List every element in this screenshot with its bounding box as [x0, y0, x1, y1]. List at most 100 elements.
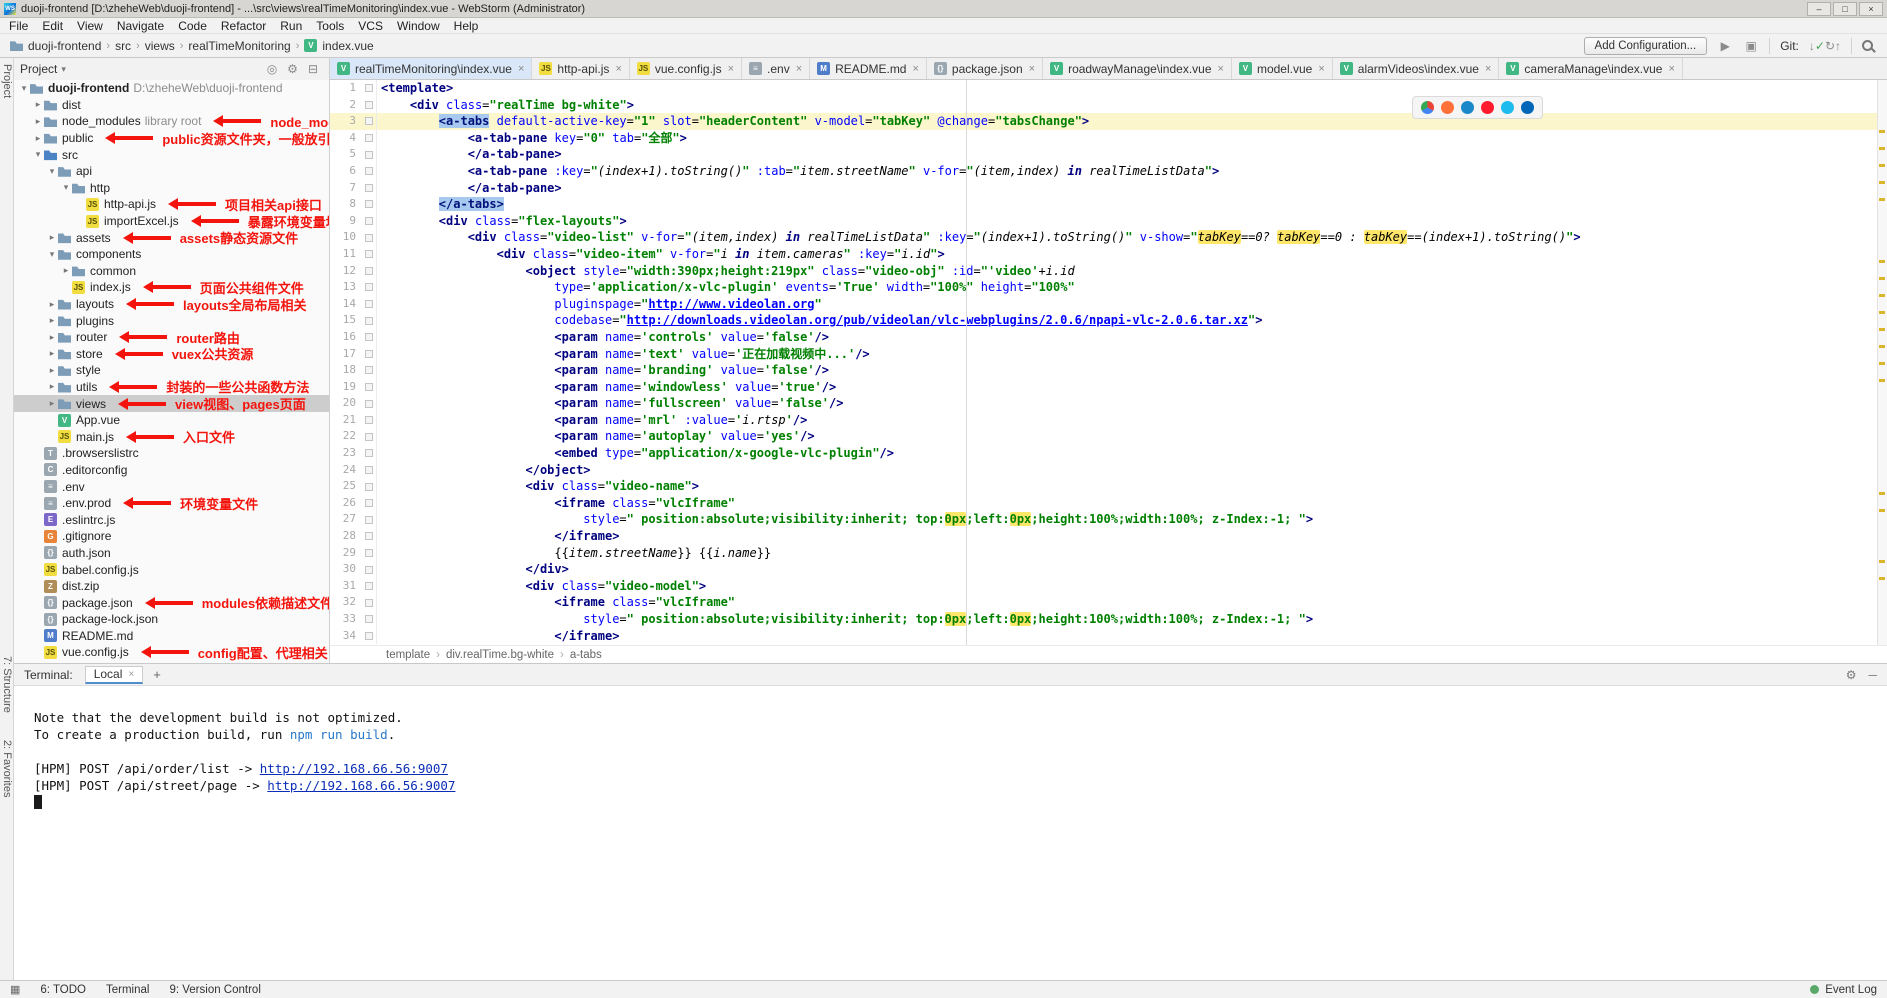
chrome-browser-icon[interactable] [1421, 101, 1434, 114]
search-everywhere-icon[interactable] [1862, 40, 1873, 51]
menu-refactor[interactable]: Refactor [214, 18, 273, 34]
code-line[interactable]: 16 <param name='controls' value='false'/… [330, 329, 1887, 346]
tree-item-router[interactable]: ▸routerrouter路由 [14, 329, 329, 346]
tree-item-api[interactable]: ▾api [14, 163, 329, 180]
menu-navigate[interactable]: Navigate [110, 18, 171, 34]
editor-tab-cameramanage-index-vue[interactable]: VcameraManage\index.vue× [1499, 58, 1683, 79]
terminal-minimize-icon[interactable]: ─ [1868, 668, 1877, 682]
tree-item-http[interactable]: ▾http [14, 180, 329, 197]
tree-item--browserslistrc[interactable]: T.browserslistrc [14, 445, 329, 462]
tree-item--gitignore[interactable]: G.gitignore [14, 528, 329, 545]
tree-item-package-json[interactable]: {}package.jsonmodules依赖描述文件 [14, 594, 329, 611]
tab-close-icon[interactable]: × [912, 63, 918, 75]
code-line[interactable]: 31 <div class="video-model"> [330, 578, 1887, 595]
code-line[interactable]: 10 <div class="video-list" v-for="(item,… [330, 229, 1887, 246]
edge-browser-icon[interactable] [1521, 101, 1534, 114]
editor-tab-realtimemonitoring-index-vue[interactable]: VrealTimeMonitoring\index.vue× [330, 58, 532, 79]
tree-expand-icon[interactable]: ▾ [18, 83, 30, 94]
tree-item-views[interactable]: ▸viewsview视图、pages页面 [14, 395, 329, 412]
editor-tab-alarmvideos-index-vue[interactable]: ValarmVideos\index.vue× [1333, 58, 1500, 79]
editor-code-area[interactable]: 1<template>2 <div class="realTime bg-whi… [330, 80, 1887, 645]
tree-item-common[interactable]: ▸common [14, 263, 329, 280]
menu-help[interactable]: Help [447, 18, 486, 34]
tree-expand-icon[interactable]: ▸ [46, 348, 58, 359]
tree-expand-icon[interactable]: ▸ [46, 365, 58, 376]
tree-expand-icon[interactable]: ▸ [46, 315, 58, 326]
status-item-6-todo[interactable]: 6: TODO [40, 984, 86, 996]
tree-expand-icon[interactable]: ▸ [46, 299, 58, 310]
tree-item-index-js[interactable]: JSindex.js页面公共组件文件 [14, 279, 329, 296]
tree-item-auth-json[interactable]: {}auth.json [14, 545, 329, 562]
breadcrumb-item-src[interactable]: src [113, 39, 133, 53]
tree-item--eslintrc-js[interactable]: E.eslintrc.js [14, 511, 329, 528]
editor-breadcrumb-item[interactable]: div.realTime.bg-white [446, 649, 554, 661]
tab-close-icon[interactable]: × [518, 63, 524, 75]
locate-file-icon[interactable]: ◎ [262, 62, 282, 76]
ie-browser-icon[interactable] [1501, 101, 1514, 114]
editor-breadcrumb-item[interactable]: template [386, 649, 430, 661]
tree-item-plugins[interactable]: ▸plugins [14, 312, 329, 329]
code-line[interactable]: 14 pluginspage="http://www.videolan.org" [330, 296, 1887, 313]
chevron-down-icon[interactable]: ▾ [61, 64, 66, 75]
breadcrumb-item-index-vue[interactable]: Vindex.vue [302, 39, 375, 53]
minimize-button[interactable]: – [1807, 2, 1831, 16]
tab-close-icon[interactable]: × [796, 63, 802, 75]
tab-close-icon[interactable]: × [1668, 63, 1674, 75]
settings-gear-icon[interactable]: ⚙ [282, 62, 303, 76]
code-line[interactable]: 7 </a-tab-pane> [330, 180, 1887, 197]
add-configuration-button[interactable]: Add Configuration... [1584, 37, 1708, 55]
tree-item-dist-zip[interactable]: Zdist.zip [14, 578, 329, 595]
code-line[interactable]: 5 </a-tab-pane> [330, 146, 1887, 163]
tree-item-babel-config-js[interactable]: JSbabel.config.js [14, 561, 329, 578]
git-push-icon[interactable]: ↑ [1835, 39, 1841, 53]
menu-run[interactable]: Run [273, 18, 309, 34]
terminal-link[interactable]: http://192.168.66.56:9007 [267, 778, 455, 793]
tree-item--editorconfig[interactable]: C.editorconfig [14, 462, 329, 479]
tab-close-icon[interactable]: × [1029, 63, 1035, 75]
tree-expand-icon[interactable]: ▾ [46, 166, 58, 177]
tree-item-utils[interactable]: ▸utils封装的一些公共函数方法 [14, 379, 329, 396]
code-line[interactable]: 21 <param name='mrl' :value='i.rtsp'/> [330, 412, 1887, 429]
editor-tab-model-vue[interactable]: Vmodel.vue× [1232, 58, 1333, 79]
editor-tab-roadwaymanage-index-vue[interactable]: VroadwayManage\index.vue× [1043, 58, 1232, 79]
code-line[interactable]: 32 <iframe class="vlcIframe" [330, 594, 1887, 611]
code-line[interactable]: 9 <div class="flex-layouts"> [330, 213, 1887, 230]
terminal-output[interactable]: Note that the development build is not o… [14, 686, 1887, 811]
status-item-9-version-control[interactable]: 9: Version Control [169, 984, 260, 996]
editor-tab-vue-config-js[interactable]: JSvue.config.js× [630, 58, 742, 79]
menu-tools[interactable]: Tools [309, 18, 351, 34]
opera-browser-icon[interactable] [1481, 101, 1494, 114]
code-line[interactable]: 33 style=" position:absolute;visibility:… [330, 611, 1887, 628]
breadcrumb-item-views[interactable]: views [143, 39, 177, 53]
code-line[interactable]: 18 <param name='branding' value='false'/… [330, 362, 1887, 379]
tree-item-components[interactable]: ▾components [14, 246, 329, 263]
tool-windows-toggle-icon[interactable]: ▦ [10, 983, 20, 996]
tool-button-project[interactable]: Project [1, 64, 13, 98]
breadcrumb-item-duoji-frontend[interactable]: duoji-frontend [8, 39, 103, 53]
code-line[interactable]: 27 style=" position:absolute;visibility:… [330, 511, 1887, 528]
code-line[interactable]: 28 </iframe> [330, 528, 1887, 545]
terminal-tab-local[interactable]: Local × [85, 666, 144, 684]
tree-item-readme-md[interactable]: MREADME.md [14, 628, 329, 645]
code-hyperlink[interactable]: http://www.videolan.org [648, 297, 814, 311]
new-terminal-button[interactable]: + [153, 667, 161, 682]
code-line[interactable]: 13 type='application/x-vlc-plugin' event… [330, 279, 1887, 296]
tree-item-dist[interactable]: ▸dist [14, 97, 329, 114]
tree-expand-icon[interactable]: ▸ [32, 116, 44, 127]
tree-item-node-modules[interactable]: ▸node_moduleslibrary rootnode_modules依赖 [14, 113, 329, 130]
tree-item-duoji-frontend[interactable]: ▾duoji-frontendD:\zheheWeb\duoji-fronten… [14, 80, 329, 97]
editor-tab-http-api-js[interactable]: JShttp-api.js× [532, 58, 629, 79]
code-line[interactable]: 6 <a-tab-pane :key="(index+1).toString()… [330, 163, 1887, 180]
collapse-all-icon[interactable]: ⊟ [303, 62, 323, 76]
tree-item-importexcel-js[interactable]: JSimportExcel.js暴露环境变量地址给图片or视频资源路径变量使用 [14, 213, 329, 230]
close-button[interactable]: × [1859, 2, 1883, 16]
menu-window[interactable]: Window [390, 18, 447, 34]
tree-item-assets[interactable]: ▸assetsassets静态资源文件 [14, 229, 329, 246]
code-line[interactable]: 3 <a-tabs default-active-key="1" slot="h… [330, 113, 1887, 130]
project-header-title[interactable]: Project [20, 62, 57, 76]
code-line[interactable]: 8 </a-tabs> [330, 196, 1887, 213]
tree-item--env-prod[interactable]: ≡.env.prod环境变量文件 [14, 495, 329, 512]
debug-button[interactable]: ▣ [1743, 39, 1759, 53]
tree-item-public[interactable]: ▸publicpublic资源文件夹，一般放引用的第三方插件 [14, 130, 329, 147]
terminal-settings-icon[interactable]: ⚙ [1846, 668, 1857, 682]
